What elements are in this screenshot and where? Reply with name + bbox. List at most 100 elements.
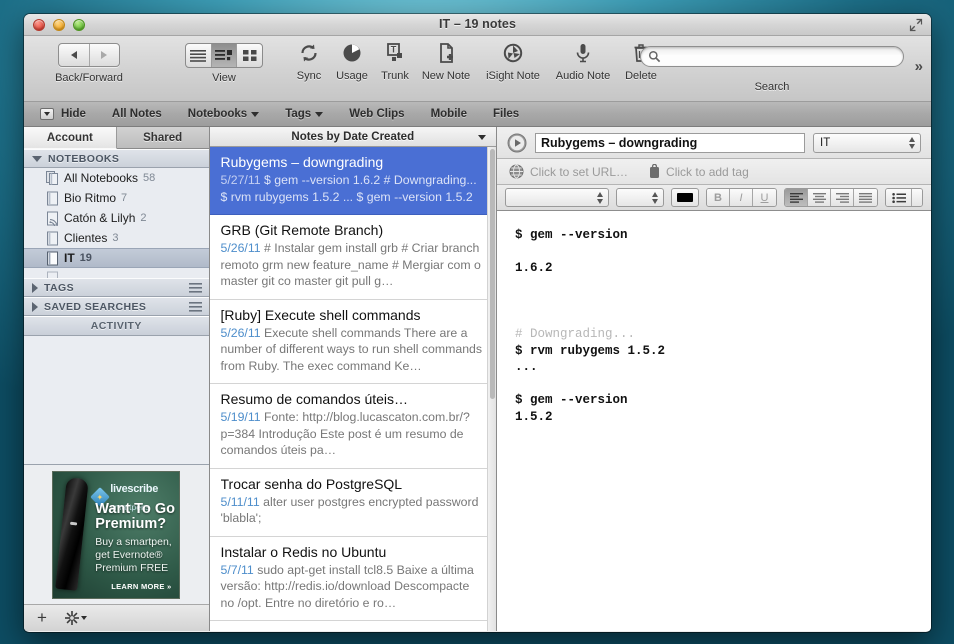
ad-headline: Want To Go Premium?: [95, 500, 175, 532]
new-note-button[interactable]: New Note: [414, 41, 478, 82]
note-list-item[interactable]: Trocar senha do PostgreSQL 5/11/11 alter…: [209, 469, 496, 537]
align-justify-button[interactable]: [854, 189, 877, 206]
stepper-icon[interactable]: [597, 192, 603, 204]
disclosure-open-icon: [32, 155, 42, 162]
sidebar-item-partial[interactable]: [24, 268, 209, 278]
sidebar-item-clientes[interactable]: Clientes 3: [24, 228, 209, 248]
stepper-up-icon[interactable]: [597, 192, 603, 197]
filter-web-clips[interactable]: Web Clips: [349, 108, 404, 120]
note-title: Resumo de comandos úteis…: [220, 391, 409, 407]
trunk-button[interactable]: T Trunk: [372, 41, 418, 82]
set-url-button[interactable]: Click to set URL…: [509, 164, 628, 179]
forward-button[interactable]: [90, 44, 120, 66]
stepper-down-icon[interactable]: [909, 143, 915, 149]
editor-meta-row: Click to set URL… Click to add tag: [497, 159, 931, 185]
note-title-input[interactable]: [535, 132, 805, 153]
sidebar-item-it-label: IT: [64, 251, 75, 265]
view-thumbnail-icon[interactable]: [237, 44, 262, 67]
note-list-item[interactable]: [Ruby] Execute shell commands 5/26/11 Ex…: [209, 300, 496, 384]
align-center-button[interactable]: [808, 189, 831, 206]
isight-note-button[interactable]: iSight Note: [476, 41, 550, 82]
numbered-list-button[interactable]: [912, 189, 922, 206]
filter-mobile[interactable]: Mobile: [431, 108, 467, 120]
notebooks-section-header[interactable]: NOTEBOOKS: [24, 149, 209, 168]
stepper-down-icon[interactable]: [652, 199, 658, 204]
tags-options-icon[interactable]: [188, 283, 202, 296]
align-justify-icon: [859, 192, 872, 203]
sidebar-item-bio-ritmo[interactable]: Bio Ritmo 7: [24, 188, 209, 208]
activity-section-header[interactable]: ACTIVITY: [24, 316, 209, 336]
bold-button[interactable]: B: [707, 189, 730, 206]
stepper-up-icon[interactable]: [909, 136, 915, 142]
align-left-button[interactable]: [785, 189, 808, 206]
add-notebook-button[interactable]: +: [37, 608, 47, 628]
view-snippet-icon[interactable]: [211, 44, 238, 67]
note-snippet: 5/26/11 Execute shell commands There are…: [221, 325, 486, 375]
usage-button[interactable]: Usage: [329, 41, 375, 82]
filter-tags-label: Tags: [285, 108, 312, 120]
view-control[interactable]: View: [164, 41, 284, 84]
back-button[interactable]: [59, 44, 90, 66]
note-snippet: 5/7/11 sudo apt-get install tcl8.5 Baixe…: [221, 562, 486, 612]
note-list-item[interactable]: Resumo de comandos úteis… 5/19/11 Fonte:…: [209, 384, 496, 469]
ad-cta-button[interactable]: LEARN MORE »: [111, 582, 171, 591]
filter-all-notes[interactable]: All Notes: [112, 108, 162, 120]
note-sort-header[interactable]: Notes by Date Created: [209, 127, 496, 147]
stacked-notebooks-icon: [46, 170, 59, 186]
note-list-scrollbar[interactable]: [487, 147, 496, 631]
filter-files-label: Files: [493, 108, 520, 120]
font-size-select[interactable]: [616, 188, 664, 207]
underline-button[interactable]: U: [753, 189, 776, 206]
tab-shared[interactable]: Shared: [116, 127, 209, 149]
sync-button[interactable]: Sync: [286, 41, 332, 82]
filter-tags[interactable]: Tags: [285, 108, 324, 120]
font-family-select[interactable]: [505, 188, 609, 207]
tags-section-header[interactable]: TAGS: [24, 278, 209, 297]
audio-note-button[interactable]: Audio Note: [548, 41, 618, 82]
note-list-item[interactable]: GRB (Git Remote Branch) 5/26/11 # Instal…: [209, 215, 496, 300]
stepper-up-icon[interactable]: [652, 192, 658, 197]
filter-files[interactable]: Files: [493, 108, 519, 120]
window-titlebar: IT – 19 notes: [24, 14, 931, 36]
align-right-button[interactable]: [831, 189, 854, 206]
tab-shared-label: Shared: [143, 131, 183, 144]
view-list-icon[interactable]: [186, 44, 212, 67]
stepper-icon[interactable]: [652, 192, 658, 204]
sidebar-bottom-bar: +: [24, 605, 209, 631]
toolbar-overflow-button[interactable]: »: [915, 58, 923, 75]
view-segments[interactable]: [164, 43, 284, 71]
trunk-icon: T: [372, 41, 418, 69]
add-tag-button[interactable]: Click to add tag: [649, 164, 749, 179]
play-audio-button[interactable]: [507, 133, 527, 153]
saved-searches-section-header[interactable]: SAVED SEARCHES: [24, 297, 209, 316]
search-field[interactable]: [640, 46, 904, 67]
back-forward-segments[interactable]: [34, 43, 144, 71]
livescribe-ad[interactable]: ✦ livescribe smartpens Want To Go Premiu…: [52, 470, 181, 599]
search-input[interactable]: [665, 49, 895, 65]
filter-notebooks[interactable]: Notebooks: [188, 108, 260, 120]
stepper-icon[interactable]: [909, 136, 915, 149]
sidebar-item-it[interactable]: IT 19: [24, 248, 209, 268]
back-forward-control[interactable]: Back/Forward: [34, 41, 144, 84]
note-list-item[interactable]: Rubygems – downgrading 5/27/11 $ gem --v…: [209, 147, 496, 215]
italic-button[interactable]: I: [730, 189, 753, 206]
note-list-item[interactable]: Instalar o Redis no Ubuntu 5/7/11 sudo a…: [209, 537, 496, 621]
stepper-down-icon[interactable]: [597, 199, 603, 204]
content-area: Account Shared NOTEBOOKS All Notebooks 5…: [24, 127, 931, 631]
bulleted-list-button[interactable]: [886, 189, 912, 206]
tab-account[interactable]: Account: [24, 127, 117, 149]
note-list-scroll-thumb[interactable]: [490, 149, 495, 399]
sidebar-item-caton-lilyh[interactable]: Catón & Lilyh 2: [24, 208, 209, 228]
hide-sidebar-button[interactable]: Hide: [40, 108, 86, 120]
fullscreen-icon[interactable]: [909, 18, 923, 32]
sidebar-item-all-notebooks[interactable]: All Notebooks 58: [24, 168, 209, 188]
note-title: Instalar o Redis no Ubuntu: [220, 543, 387, 560]
sidebar-settings-button[interactable]: [64, 611, 87, 625]
sync-label: Sync: [296, 70, 322, 82]
evernote-window: IT – 19 notes Back/Forward View Sync Usa…: [24, 14, 931, 632]
note-body[interactable]: $ gem --version 1.6.2 # Downgrading... $…: [497, 211, 931, 631]
saved-searches-options-icon[interactable]: [188, 302, 202, 315]
note-list[interactable]: Rubygems – downgrading 5/27/11 $ gem --v…: [209, 147, 496, 631]
notebook-select[interactable]: IT: [813, 132, 921, 153]
text-color-button[interactable]: [671, 188, 699, 207]
